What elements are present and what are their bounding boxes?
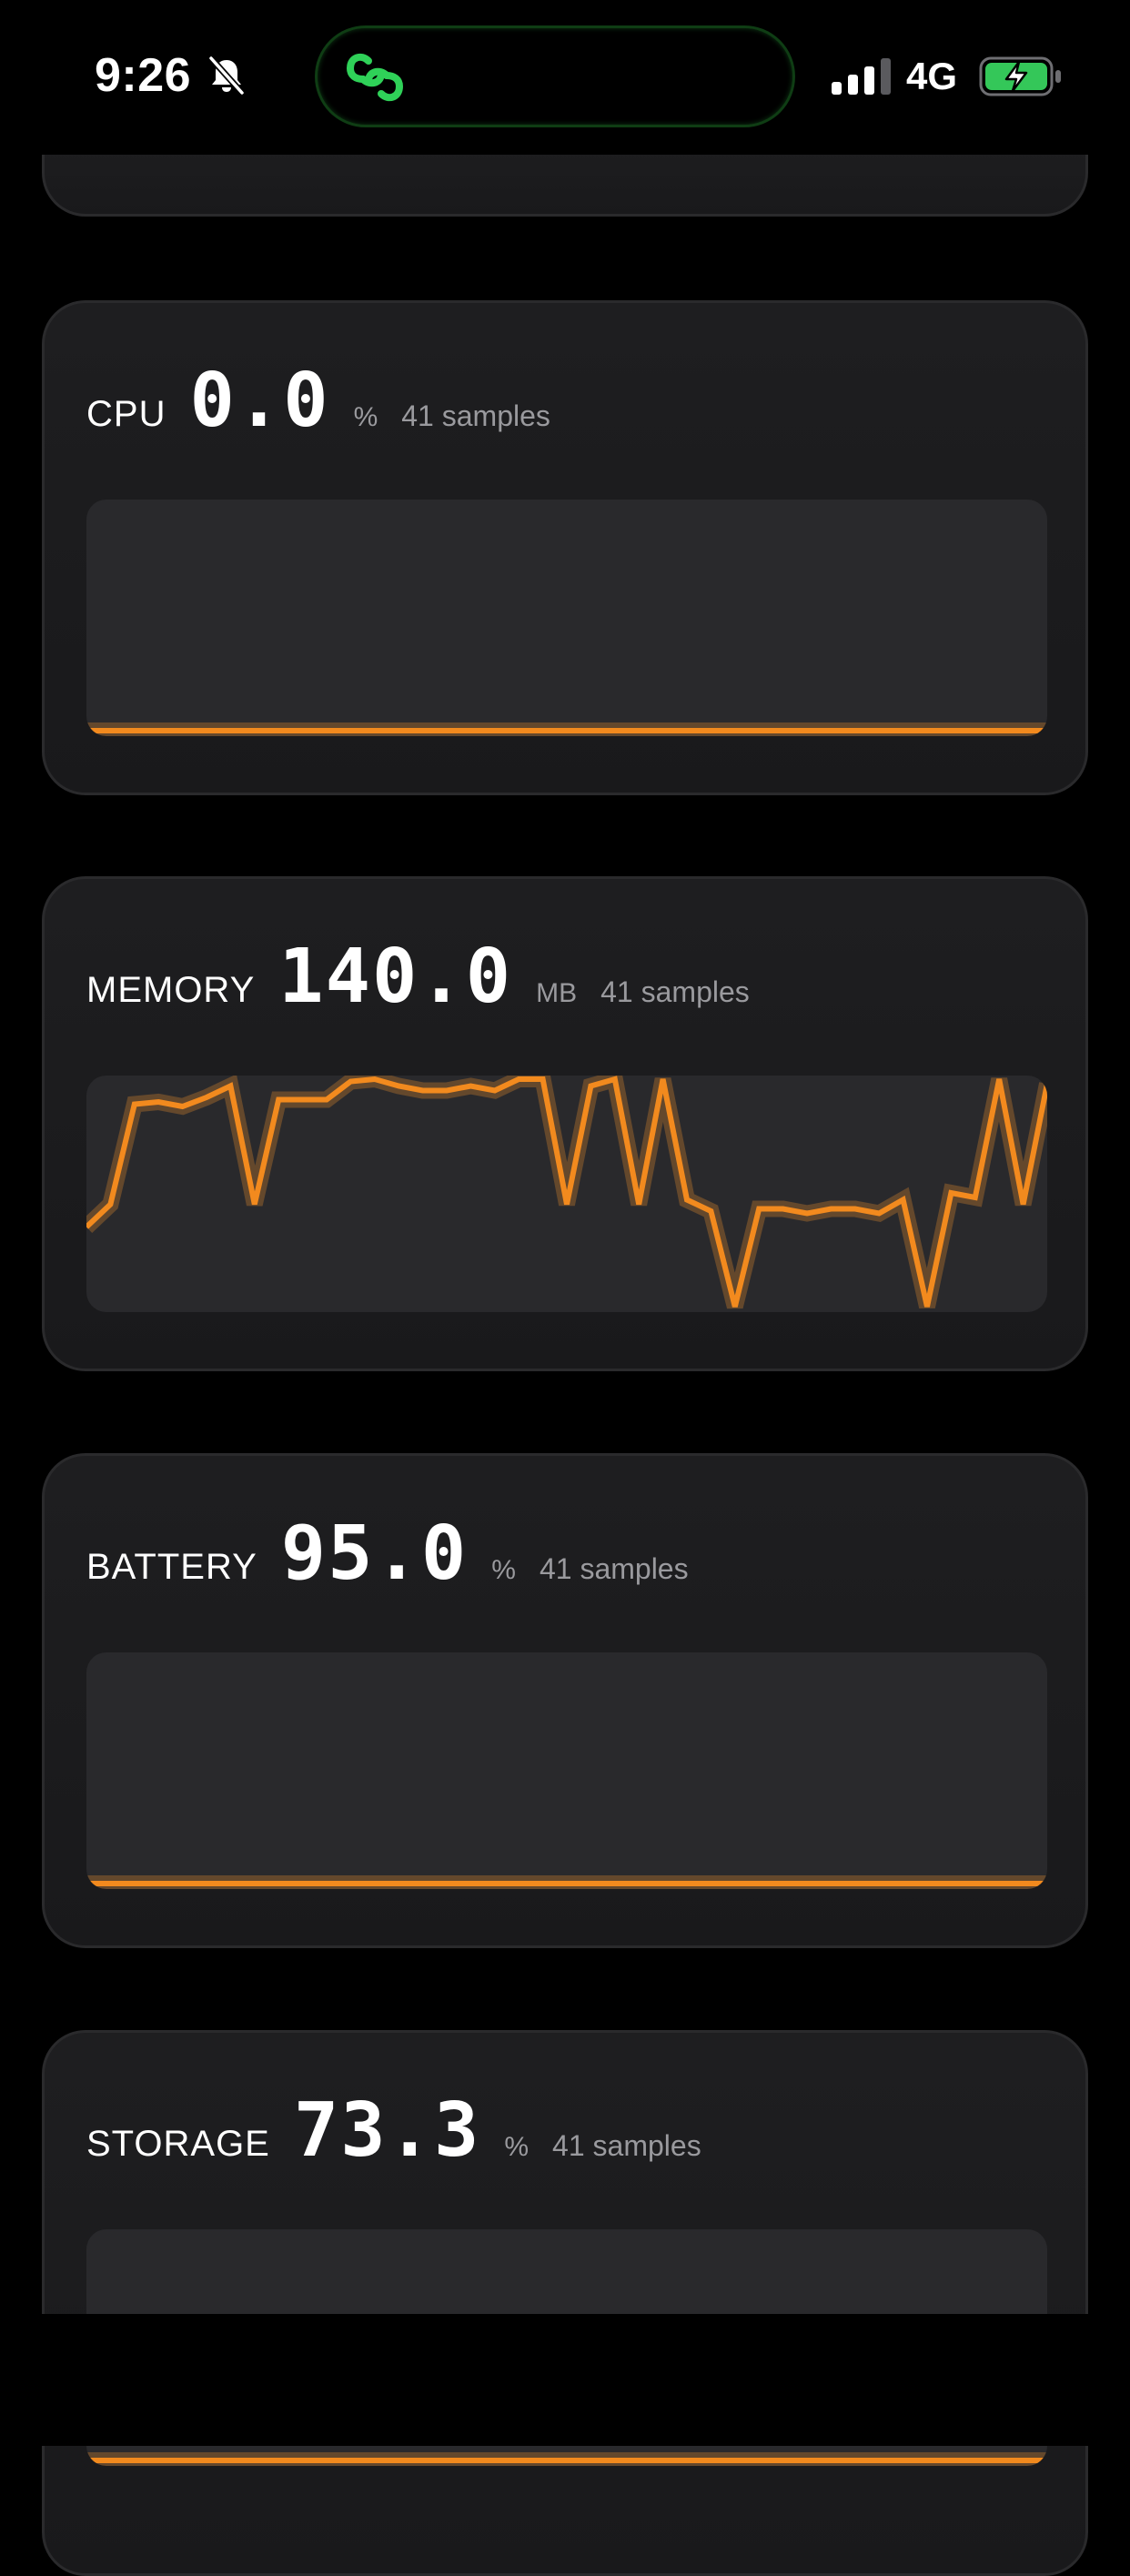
sample-count: 41 samples [552,2129,701,2162]
metric-unit: % [504,2132,530,2162]
card-header: CPU 0.0 % 41 samples [86,358,550,458]
status-time: 9:26 [95,49,192,102]
status-bar: 9:26 4G [0,0,1130,155]
sample-count: 41 samples [539,1552,689,1585]
card-header: BATTERY 95.0 % 41 samples [86,1510,689,1611]
metric-name: BATTERY [86,1547,257,1587]
metric-unit: % [353,402,378,432]
signal-icon [832,58,891,95]
metric-name: STORAGE [86,2124,270,2164]
bottom-black-area [0,2314,1130,2446]
metric-card-cpu: CPU 0.0 % 41 samples [42,300,1088,795]
metric-name: MEMORY [86,970,256,1010]
metric-unit: MB [536,978,578,1008]
cpu-chart [86,500,1047,736]
sample-count: 41 samples [600,975,750,1008]
dynamic-island[interactable] [315,25,795,127]
bell-slash-icon [208,56,245,96]
memory-chart [86,1076,1047,1312]
card-header: STORAGE 73.3 % 41 samples [86,2087,701,2187]
metric-name: CPU [86,394,166,434]
metric-unit: % [491,1555,516,1585]
metric-value: 0.0 [189,358,330,444]
metric-card-storage: STORAGE 73.3 % 41 samples [42,2030,1088,2576]
cpu-line-chart [86,722,1047,736]
link-icon [346,53,404,102]
battery-chart [86,1652,1047,1889]
network-type-label: 4G [906,55,958,97]
memory-line-chart [86,1076,1047,1309]
battery-line-chart [86,1875,1047,1889]
battery-charging-icon [979,56,1061,96]
metric-value: 95.0 [280,1510,469,1597]
metric-value: 73.3 [293,2087,481,2174]
card-header: MEMORY 140.0 MB 41 samples [86,934,750,1034]
metric-card-battery: BATTERY 95.0 % 41 samples [42,1453,1088,1948]
metric-card-memory: MEMORY 140.0 MB 41 samples [42,876,1088,1371]
sample-count: 41 samples [401,399,550,432]
metric-value: 140.0 [278,934,513,1020]
